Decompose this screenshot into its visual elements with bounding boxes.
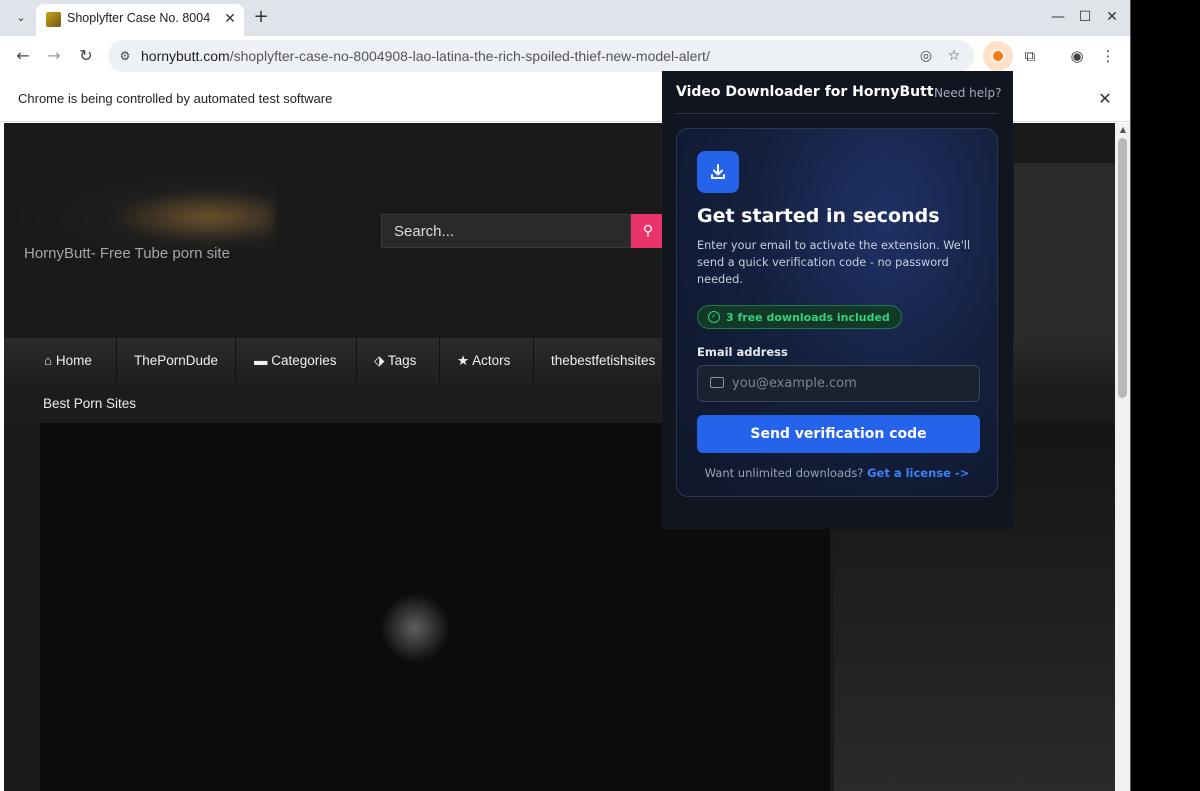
get-license-link[interactable]: Get a license -> bbox=[867, 466, 969, 480]
extension-active-icon[interactable] bbox=[983, 41, 1013, 71]
video-thumbnail bbox=[380, 593, 450, 663]
card-description: Enter your email to activate the extensi… bbox=[697, 239, 971, 286]
need-help-link[interactable]: Need help? bbox=[934, 86, 1001, 100]
address-bar[interactable]: ⚙ hornybutt.com/shoplyfter-case-no-80049… bbox=[108, 40, 974, 72]
header-banner bbox=[1014, 163, 1115, 363]
back-icon[interactable]: ← bbox=[12, 45, 34, 67]
infobar-text: Chrome is being controlled by automated … bbox=[18, 91, 333, 106]
tab-close-icon[interactable]: ✕ bbox=[222, 10, 238, 28]
site-search-field[interactable]: Search... bbox=[381, 214, 631, 248]
tags-icon: ⬗ bbox=[374, 353, 385, 368]
scroll-up-icon[interactable]: ▲ bbox=[1118, 125, 1128, 135]
signup-card: Get started in seconds Enter your email … bbox=[676, 128, 998, 497]
profile-icon[interactable]: ◉ bbox=[1066, 45, 1088, 67]
nav-item-categories[interactable]: ▬ Categories bbox=[254, 338, 337, 384]
star-icon: ★ bbox=[457, 353, 470, 368]
mail-icon bbox=[710, 377, 724, 388]
extensions-puzzle-icon[interactable]: ⧉ bbox=[1019, 45, 1041, 67]
new-tab-icon[interactable]: + bbox=[252, 7, 270, 27]
nav-item-actors[interactable]: ★ Actors bbox=[457, 338, 510, 384]
infobar-close-icon[interactable]: ✕ bbox=[1096, 89, 1114, 109]
close-window-icon[interactable]: ✕ bbox=[1104, 8, 1120, 26]
desktop-background bbox=[1131, 0, 1200, 791]
reload-icon[interactable]: ↻ bbox=[75, 45, 97, 67]
scroll-thumb[interactable] bbox=[1118, 138, 1127, 398]
license-footer: Want unlimited downloads? Get a license … bbox=[677, 466, 997, 480]
site-tagline: HornyButt- Free Tube porn site bbox=[24, 245, 230, 262]
page-scrollbar[interactable]: ▲ bbox=[1115, 123, 1130, 791]
email-input[interactable] bbox=[732, 366, 972, 401]
browser-toolbar: ← → ↻ ⚙ hornybutt.com/shoplyfter-case-no… bbox=[0, 36, 1130, 76]
extension-popup: Video Downloader for HornyButt Need help… bbox=[662, 71, 1013, 529]
site-logo[interactable] bbox=[14, 163, 274, 253]
download-icon bbox=[697, 151, 739, 193]
send-verification-button[interactable]: Send verification code bbox=[697, 415, 980, 453]
nav-item-theporndude[interactable]: ThePornDude bbox=[134, 338, 218, 384]
email-label: Email address bbox=[697, 345, 788, 359]
free-downloads-badge: ✓ 3 free downloads included bbox=[697, 305, 902, 329]
nav-item-home[interactable]: ⌂ Home bbox=[44, 338, 92, 384]
site-search-input[interactable]: Search... bbox=[394, 223, 454, 240]
popup-divider bbox=[676, 113, 998, 114]
menu-icon[interactable]: ⋮ bbox=[1097, 45, 1119, 67]
tab-search-chevron-icon[interactable]: ⌄ bbox=[10, 6, 32, 28]
search-button[interactable]: ⚲ bbox=[631, 214, 665, 248]
favicon-icon bbox=[46, 12, 61, 27]
tab-title: Shoplyfter Case No. 8004 bbox=[67, 11, 211, 25]
footer-text: Want unlimited downloads? bbox=[704, 466, 864, 480]
folder-icon: ▬ bbox=[254, 353, 268, 368]
nav-item-best-porn-sites[interactable]: Best Porn Sites bbox=[43, 384, 136, 426]
forward-icon[interactable]: → bbox=[43, 45, 65, 67]
search-icon: ⚲ bbox=[642, 223, 654, 239]
badge-text: 3 free downloads included bbox=[726, 310, 890, 324]
active-tab[interactable]: Shoplyfter Case No. 8004 ✕ bbox=[36, 4, 244, 36]
eye-off-icon[interactable]: ◎ bbox=[917, 47, 935, 65]
maximize-icon[interactable]: ☐ bbox=[1077, 8, 1093, 26]
tab-strip: ⌄ Shoplyfter Case No. 8004 ✕ + — ☐ ✕ bbox=[0, 0, 1130, 36]
popup-title: Video Downloader for HornyButt bbox=[676, 84, 934, 100]
bookmark-star-icon[interactable]: ☆ bbox=[945, 47, 963, 65]
url-text[interactable]: hornybutt.com/shoplyfter-case-no-8004908… bbox=[141, 48, 710, 64]
email-field[interactable] bbox=[697, 365, 980, 402]
check-circle-icon: ✓ bbox=[708, 311, 720, 323]
minimize-icon[interactable]: — bbox=[1050, 8, 1066, 26]
card-heading: Get started in seconds bbox=[697, 205, 940, 227]
nav-item-tags[interactable]: ⬗ Tags bbox=[374, 338, 416, 384]
nav-item-thebestfetishsites[interactable]: thebestfetishsites bbox=[551, 338, 655, 384]
site-info-icon[interactable]: ⚙ bbox=[116, 47, 134, 65]
browser-window: ⌄ Shoplyfter Case No. 8004 ✕ + — ☐ ✕ ← →… bbox=[0, 0, 1131, 791]
home-icon: ⌂ bbox=[44, 353, 53, 368]
